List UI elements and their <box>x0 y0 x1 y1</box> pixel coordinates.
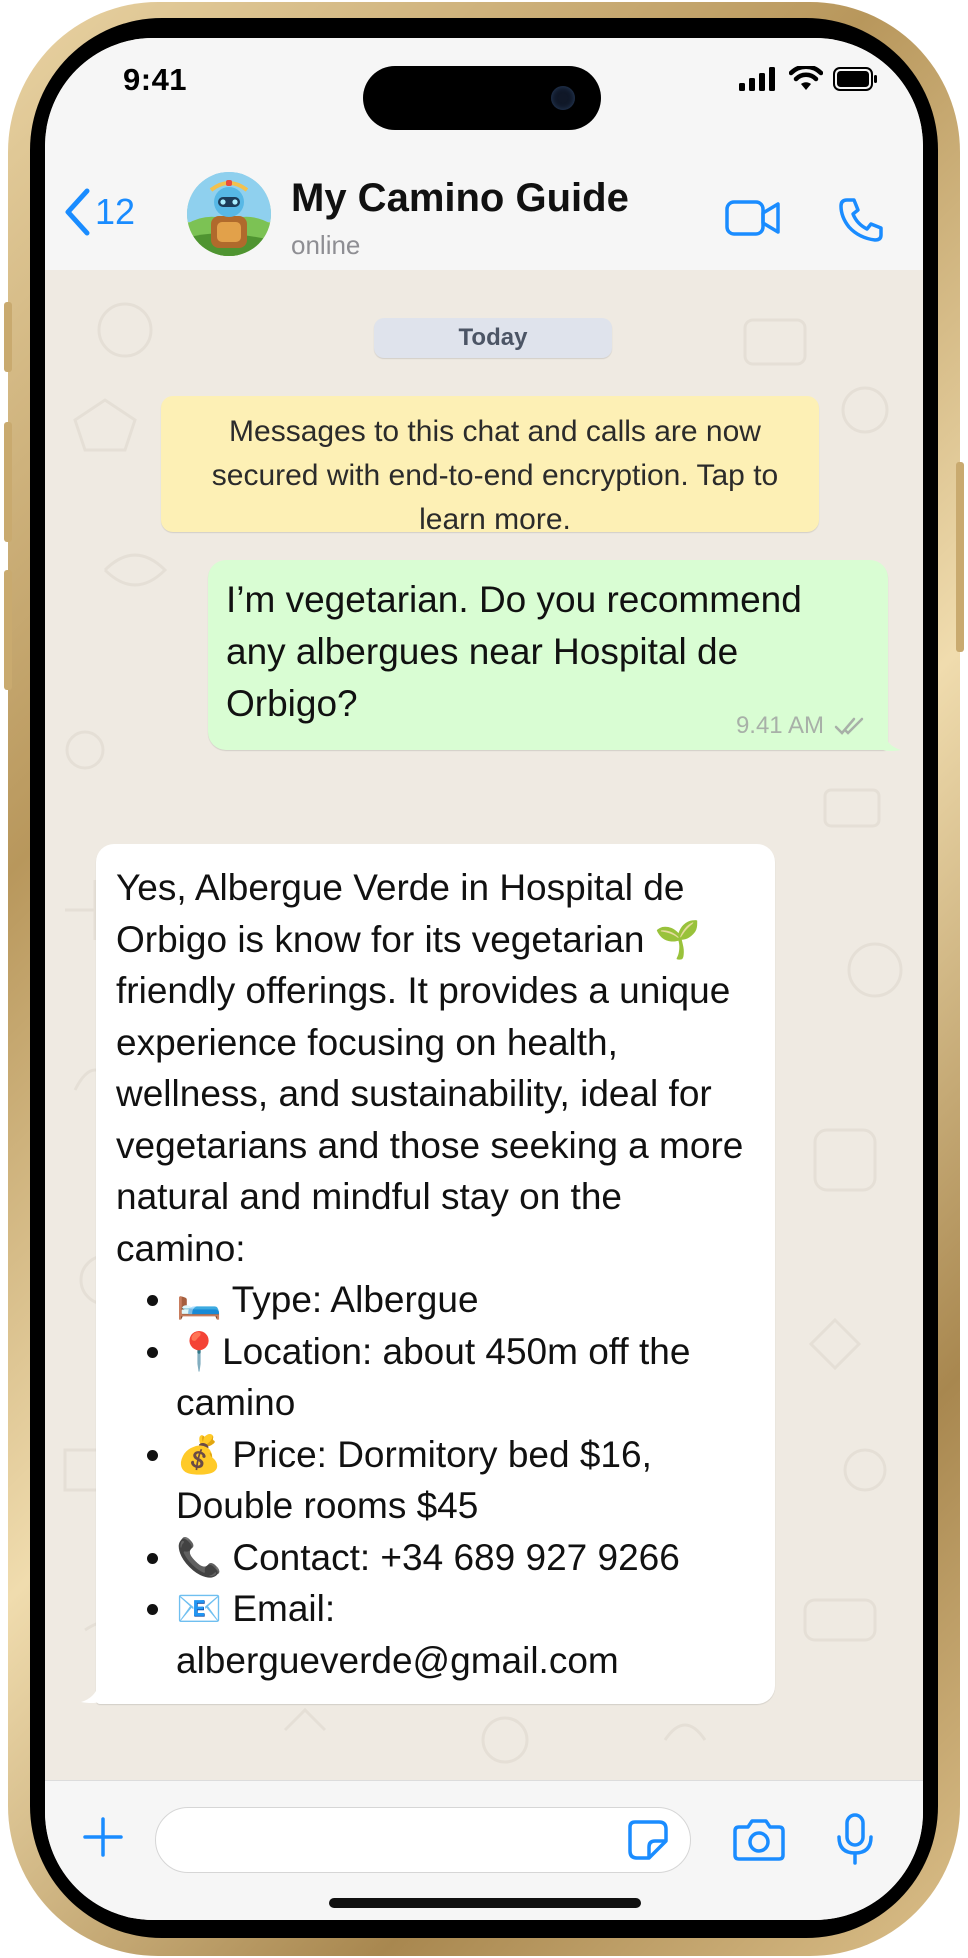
list-item: 📍Location: about 450m off the camino <box>176 1326 757 1429</box>
microphone-icon <box>837 1813 873 1865</box>
camera-button[interactable] <box>733 1817 785 1866</box>
detail-type: Type: Albergue <box>231 1279 479 1320</box>
incoming-message-text: Yes, Albergue Verde in Hospital de Orbig… <box>116 862 757 1274</box>
back-unread-count: 12 <box>95 191 136 232</box>
pin-emoji: 📍 <box>176 1330 223 1372</box>
home-indicator[interactable] <box>329 1898 641 1908</box>
status-icons <box>739 66 879 92</box>
power-button <box>956 462 964 652</box>
message-meta: 9.41 AM <box>736 712 868 740</box>
sticker-icon <box>628 1820 668 1860</box>
encryption-notice[interactable]: Messages to this chat and calls are now … <box>161 396 819 536</box>
chat-title[interactable]: My Camino Guide <box>291 176 629 221</box>
message-time: 9.41 AM <box>735 712 824 739</box>
voice-call-button[interactable] <box>837 196 885 249</box>
status-time: 9:41 <box>123 62 188 97</box>
volume-down-button <box>4 570 12 690</box>
money-bag-emoji: 💰 <box>176 1433 223 1475</box>
date-separator: Today <box>374 318 612 358</box>
plus-icon <box>83 1817 123 1857</box>
wifi-icon <box>789 66 823 90</box>
battery-icon <box>833 67 877 91</box>
dynamic-island <box>363 66 601 130</box>
incoming-message[interactable]: Yes, Albergue Verde in Hospital de Orbig… <box>96 844 775 1704</box>
voice-message-button[interactable] <box>835 1813 875 1870</box>
telephone-emoji: 📞 <box>176 1536 223 1578</box>
volume-up-button <box>4 422 12 542</box>
double-check-icon <box>834 717 864 735</box>
attach-button[interactable] <box>81 1815 125 1864</box>
envelope-emoji: 📧 <box>176 1588 223 1629</box>
seedling-emoji: 🌱 <box>654 918 701 960</box>
mute-switch <box>4 302 12 372</box>
phone-icon <box>839 198 883 242</box>
incoming-bubble-tail <box>81 1684 99 1703</box>
incoming-intro: Yes, Albergue Verde in Hospital de Orbig… <box>116 867 685 960</box>
status-bar: 9:41 <box>45 38 923 138</box>
cellular-signal-icon <box>739 67 775 91</box>
list-item: 📧 Email: albergueverde@gmail.com <box>176 1583 757 1686</box>
robot-hiker-avatar-icon <box>187 172 271 256</box>
message-input[interactable] <box>155 1807 691 1873</box>
video-call-button[interactable] <box>725 198 781 243</box>
chat-header: 12 My Camino Guide online <box>45 138 923 271</box>
video-camera-icon <box>725 200 780 236</box>
presence-status: online <box>291 230 361 260</box>
back-button[interactable]: 12 <box>63 188 135 236</box>
chevron-left-icon <box>65 188 90 236</box>
detail-contact[interactable]: Contact: +34 689 927 9266 <box>232 1537 679 1578</box>
contact-avatar[interactable] <box>187 172 271 256</box>
outgoing-bubble-tail <box>883 732 901 751</box>
camera-icon <box>733 1819 785 1861</box>
front-camera-icon <box>551 86 575 110</box>
sticker-button[interactable] <box>627 1819 669 1866</box>
outgoing-message[interactable]: I’m vegetarian. Do you recommend any alb… <box>208 560 888 750</box>
list-item: 📞 Contact: +34 689 927 9266 <box>176 1532 757 1584</box>
chat-messages-area[interactable]: Today Messages to this chat and calls ar… <box>45 270 923 1780</box>
detail-price: Price: Dormitory bed $16, Double rooms $… <box>176 1433 652 1527</box>
albergue-details-list: 🛏️ Type: Albergue 📍Location: about 450m … <box>116 1274 757 1686</box>
detail-email[interactable]: Email: albergueverde@gmail.com <box>176 1588 619 1681</box>
outgoing-message-text: I’m vegetarian. Do you recommend any alb… <box>226 579 802 724</box>
phone-screen: 9:41 12 My Camino Guide online Today Mes… <box>45 38 923 1920</box>
bed-emoji: 🛏️ <box>176 1279 223 1320</box>
list-item: 💰 Price: Dormitory bed $16, Double rooms… <box>176 1429 757 1532</box>
list-item: 🛏️ Type: Albergue <box>176 1274 757 1326</box>
detail-location: Location: about 450m off the camino <box>176 1330 691 1424</box>
incoming-intro-rest: friendly offerings. It provides a unique… <box>116 970 744 1269</box>
